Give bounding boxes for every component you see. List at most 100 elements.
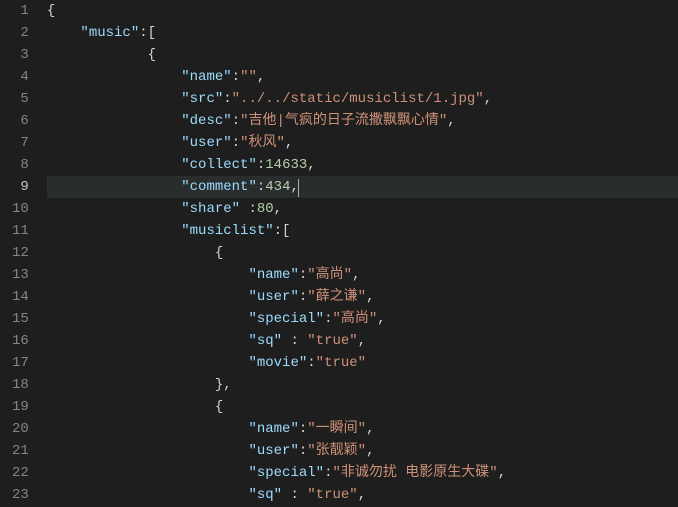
json-string: "true": [307, 333, 357, 349]
punctuation: [47, 465, 249, 481]
code-editor[interactable]: { "music":[ { "name":"", "src":"../../st…: [47, 0, 678, 507]
json-string: "高尚": [307, 267, 352, 283]
json-number: 14633: [265, 157, 307, 173]
line-number: 7: [12, 132, 29, 154]
code-line[interactable]: "comment":434,: [47, 176, 678, 198]
code-line[interactable]: "user":"薛之谦",: [47, 286, 678, 308]
punctuation: :: [232, 113, 240, 129]
json-key: "share": [181, 201, 240, 217]
punctuation: ,: [358, 487, 366, 503]
punctuation: :: [232, 69, 240, 85]
text-cursor: [298, 179, 299, 197]
code-line[interactable]: "src":"../../static/musiclist/1.jpg",: [47, 88, 678, 110]
line-number: 14: [12, 286, 29, 308]
code-line[interactable]: "sq" : "true",: [47, 484, 678, 506]
json-key: "name": [248, 267, 298, 283]
punctuation: :: [223, 91, 231, 107]
json-string: "吉他|气疯的日子流撒飘飘心情": [240, 113, 447, 129]
code-line[interactable]: "special":"高尚",: [47, 308, 678, 330]
punctuation: [47, 69, 181, 85]
line-number: 16: [12, 330, 29, 352]
code-line[interactable]: {: [47, 44, 678, 66]
punctuation: :: [240, 201, 257, 217]
code-line[interactable]: "share" :80,: [47, 198, 678, 220]
line-number: 20: [12, 418, 29, 440]
punctuation: [47, 25, 81, 41]
code-line[interactable]: {: [47, 242, 678, 264]
json-number: 434: [265, 179, 290, 195]
code-line[interactable]: "user":"张靓颖",: [47, 440, 678, 462]
json-string: "薛之谦": [307, 289, 366, 305]
punctuation: {: [47, 47, 156, 63]
punctuation: [47, 311, 249, 327]
punctuation: :: [232, 135, 240, 151]
json-key: "desc": [181, 113, 231, 129]
json-string: "../../static/musiclist/1.jpg": [232, 91, 484, 107]
line-number: 17: [12, 352, 29, 374]
code-line[interactable]: "sq" : "true",: [47, 330, 678, 352]
code-line[interactable]: "musiclist":[: [47, 220, 678, 242]
punctuation: {: [47, 245, 223, 261]
json-key: "name": [248, 421, 298, 437]
code-line[interactable]: "name":"",: [47, 66, 678, 88]
code-line[interactable]: "desc":"吉他|气疯的日子流撒飘飘心情",: [47, 110, 678, 132]
code-line[interactable]: {: [47, 396, 678, 418]
punctuation: {: [47, 3, 55, 19]
punctuation: [47, 179, 181, 195]
punctuation: [47, 135, 181, 151]
punctuation: [47, 91, 181, 107]
line-number: 23: [12, 484, 29, 506]
code-line[interactable]: "name":"高尚",: [47, 264, 678, 286]
json-string: "张靓颖": [307, 443, 366, 459]
punctuation: ,: [366, 289, 374, 305]
line-number: 18: [12, 374, 29, 396]
punctuation: :: [282, 487, 307, 503]
punctuation: },: [47, 377, 232, 393]
code-line[interactable]: },: [47, 374, 678, 396]
code-line[interactable]: "special":"非诚勿扰 电影原生大碟",: [47, 462, 678, 484]
line-number: 9: [12, 176, 29, 198]
punctuation: [47, 289, 249, 305]
json-string: "true": [316, 355, 366, 371]
punctuation: [47, 157, 181, 173]
punctuation: ,: [274, 201, 282, 217]
json-string: "一瞬间": [307, 421, 366, 437]
line-number: 13: [12, 264, 29, 286]
punctuation: ,: [366, 421, 374, 437]
punctuation: :: [257, 179, 265, 195]
json-key: "user": [248, 443, 298, 459]
punctuation: [47, 333, 249, 349]
punctuation: :: [282, 333, 307, 349]
line-number: 22: [12, 462, 29, 484]
punctuation: ,: [285, 135, 293, 151]
punctuation: [47, 355, 249, 371]
punctuation: [47, 201, 181, 217]
json-key: "musiclist": [181, 223, 273, 239]
punctuation: :: [257, 157, 265, 173]
line-number: 19: [12, 396, 29, 418]
line-number: 4: [12, 66, 29, 88]
json-key: "comment": [181, 179, 257, 195]
punctuation: ,: [377, 311, 385, 327]
code-line[interactable]: "movie":"true": [47, 352, 678, 374]
punctuation: ,: [498, 465, 506, 481]
json-key: "movie": [248, 355, 307, 371]
line-number: 6: [12, 110, 29, 132]
json-string: "true": [307, 487, 357, 503]
code-line[interactable]: "collect":14633,: [47, 154, 678, 176]
punctuation: :[: [139, 25, 156, 41]
punctuation: ,: [257, 69, 265, 85]
punctuation: ,: [307, 157, 315, 173]
code-line[interactable]: "user":"秋风",: [47, 132, 678, 154]
code-line[interactable]: "name":"一瞬间",: [47, 418, 678, 440]
line-number: 10: [12, 198, 29, 220]
punctuation: ,: [366, 443, 374, 459]
json-key: "user": [248, 289, 298, 305]
punctuation: [47, 113, 181, 129]
punctuation: :: [307, 355, 315, 371]
code-line[interactable]: "music":[: [47, 22, 678, 44]
line-number: 12: [12, 242, 29, 264]
line-number: 21: [12, 440, 29, 462]
code-line[interactable]: {: [47, 0, 678, 22]
json-string: "高尚": [332, 311, 377, 327]
